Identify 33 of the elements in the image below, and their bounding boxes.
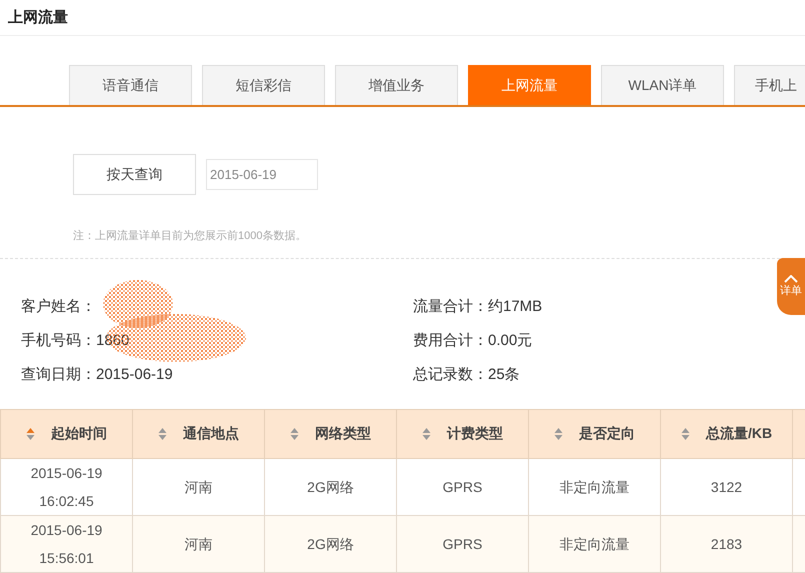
sort-arrows-icon[interactable] (554, 427, 563, 441)
tab[interactable]: 增值业务 (335, 65, 458, 105)
page-title: 上网流量 (0, 0, 805, 36)
summary-text: 总记录数：25条 (413, 366, 520, 383)
table-cell: 非定向流量 (528, 516, 660, 572)
tab[interactable]: 语音通信 (69, 65, 192, 105)
column-header[interactable]: 网络类型 (264, 410, 396, 458)
summary-text: 客户姓名： (21, 298, 96, 315)
sort-arrows-icon[interactable] (158, 427, 167, 441)
column-header[interactable]: 起始时间 (0, 410, 132, 458)
chevron-up-icon (784, 275, 798, 283)
table-cell: GPRS (396, 516, 528, 572)
sort-arrows-icon[interactable] (290, 427, 299, 441)
sort-arrows-icon[interactable] (26, 427, 35, 441)
sort-arrows-icon[interactable] (422, 427, 431, 441)
summary-text: 费用合计：0.00元 (413, 332, 532, 349)
column-header[interactable]: 计费类型 (396, 410, 528, 458)
column-header[interactable]: 通信地点 (132, 410, 264, 458)
column-header[interactable]: 总流量/KB (660, 410, 792, 458)
tab[interactable]: WLAN详单 (601, 65, 724, 105)
tab[interactable]: 手机上 (734, 65, 805, 105)
table-cell: 河南 (132, 516, 264, 572)
query-by-day-button[interactable]: 按天查询 (73, 154, 196, 195)
column-header[interactable]: 是否定向 (528, 410, 660, 458)
summary-text: 查询日期：2015-06-19 (21, 366, 173, 383)
date-field[interactable]: 2015-06-19 (206, 159, 318, 190)
table-cell: 2G网络 (264, 516, 396, 572)
table-cell: 2015-06-19 15:56:01 (0, 516, 132, 572)
sort-arrows-icon[interactable] (680, 427, 690, 441)
note-text: 注：上网流量详单目前为您展示前1000条数据。 (72, 228, 308, 244)
table-cell: 2183 (660, 516, 792, 572)
tab[interactable]: 短信彩信 (202, 65, 325, 105)
summary-text: 流量合计：约17MB (413, 298, 542, 315)
